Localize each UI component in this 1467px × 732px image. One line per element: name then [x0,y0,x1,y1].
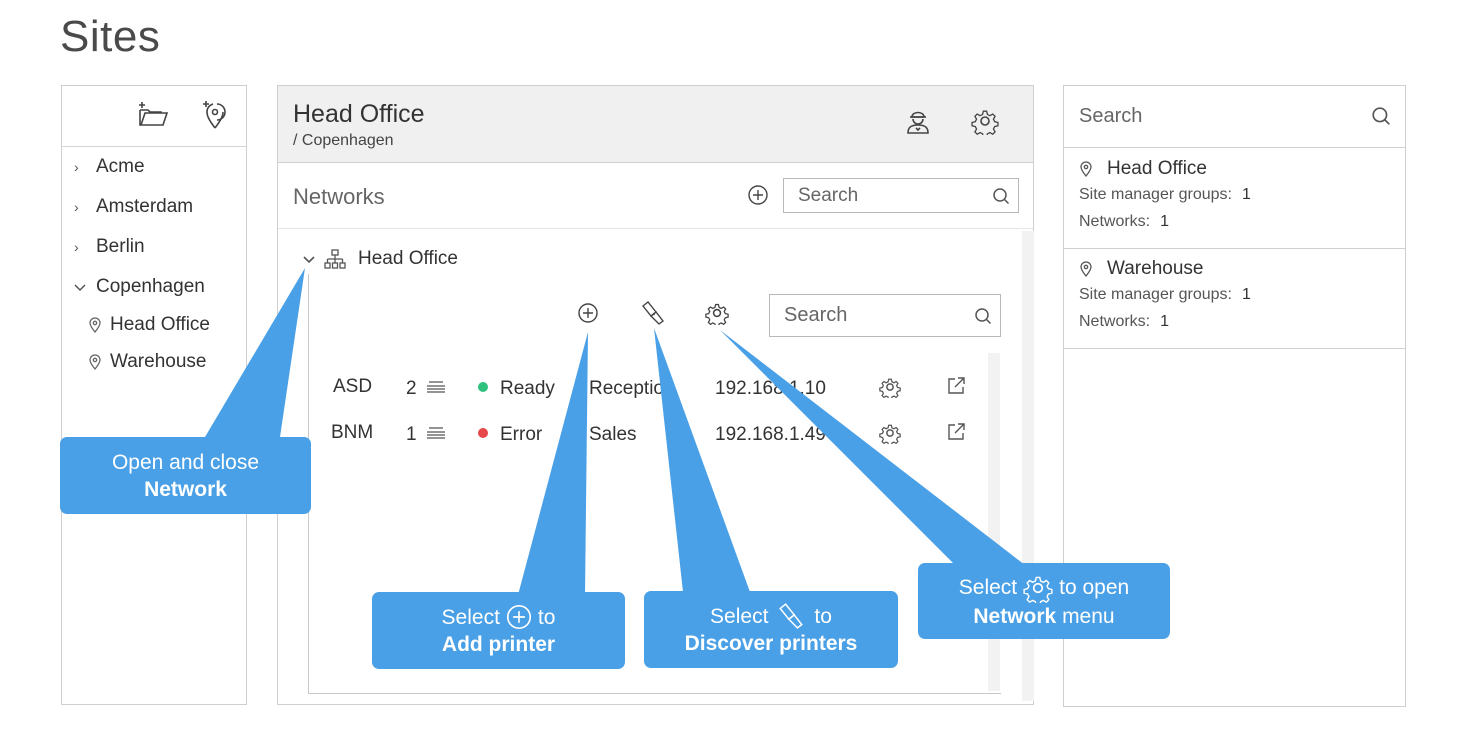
tree-item-acme[interactable]: › Acme [74,156,145,178]
tree-item-amsterdam[interactable]: › Amsterdam [74,196,193,218]
network-toggle[interactable]: Head Office [302,248,458,270]
add-folder-icon[interactable] [136,98,170,132]
chevron-down-icon [74,279,92,295]
site-title: Head Office [293,100,425,128]
search-icon [974,307,992,325]
site-managers-icon[interactable] [901,104,935,138]
site-result-name: Warehouse [1107,258,1204,279]
tree-item-head-office[interactable]: Head Office [76,314,210,336]
network-scrollbar[interactable] [988,353,1000,691]
tree-item-warehouse[interactable]: Warehouse [76,351,206,373]
tree-item-copenhagen[interactable]: Copenhagen [74,276,205,298]
network-settings-gear-icon[interactable] [700,296,734,330]
chevron-right-icon: › [74,239,79,255]
tree-item-berlin[interactable]: › Berlin [74,236,145,258]
printer-count: 2 [406,378,417,399]
open-external-icon[interactable] [946,376,966,402]
add-location-icon[interactable] [198,98,232,132]
add-circle-icon [506,604,532,630]
chevron-right-icon: › [74,159,79,175]
site-header: Head Office / Copenhagen [278,86,1033,163]
printer-settings-gear-icon[interactable] [879,422,901,450]
network-topology-icon [324,249,346,269]
printer-ip: 192.168.1.49 [715,424,826,445]
gear-icon [1023,573,1053,603]
callout-add-printer: Select to Add printer [372,592,625,669]
flashlight-icon [776,602,806,630]
printer-name: ASD [333,376,373,397]
location-pin-icon [88,317,110,333]
printer-count: 1 [406,424,417,445]
paper-tray-icon [425,426,447,448]
location-pin-icon [1079,261,1093,277]
paper-tray-icon [425,380,447,402]
flashlight-discover-icon[interactable] [636,296,670,330]
printer-location: Sales [589,424,637,445]
chevron-down-icon [302,254,316,264]
networks-toolbar: Networks [278,163,1033,229]
networks-search-input[interactable] [784,179,1018,212]
networks-label: Networks [293,184,385,209]
printer-ip: 192.168.1.10 [715,378,826,399]
page-title: Sites [60,12,161,61]
status-indicator: Error [478,424,542,446]
location-pin-icon [1079,161,1093,177]
site-result-card[interactable]: Head Office Site manager groups: 1 Networ… [1064,148,1405,249]
site-search-field[interactable] [1064,86,1405,148]
site-result-card[interactable]: Warehouse Site manager groups: 1 Networks… [1064,248,1405,349]
add-network-icon[interactable] [741,178,775,212]
chevron-right-icon: › [74,199,79,215]
sites-tree-panel: › Acme › Amsterdam › Berlin Copenhagen Head… [61,85,247,705]
callout-network-menu: Select to open Network menu [918,563,1170,639]
search-icon [1371,106,1391,131]
site-result-name: Head Office [1107,158,1207,179]
open-external-icon[interactable] [946,422,966,448]
printer-location: Reception [589,378,675,399]
status-indicator: Ready [478,378,555,400]
callout-discover: Select to Discover printers [644,591,898,668]
search-icon [992,187,1010,205]
callout-network-toggle: Open and close Network [60,437,311,514]
network-name: Head Office [358,248,458,269]
tree-toolbar [62,86,246,147]
networks-search-field[interactable] [783,178,1019,213]
network-search-input[interactable] [770,295,1000,336]
network-search-field[interactable] [769,294,1001,337]
location-pin-icon [88,354,110,370]
site-settings-gear-icon[interactable] [968,104,1002,138]
breadcrumb: / Copenhagen [293,132,394,149]
printer-name: BNM [331,422,374,443]
printer-settings-gear-icon[interactable] [879,376,901,404]
site-search-input[interactable] [1064,86,1405,147]
add-printer-icon[interactable] [571,296,605,330]
